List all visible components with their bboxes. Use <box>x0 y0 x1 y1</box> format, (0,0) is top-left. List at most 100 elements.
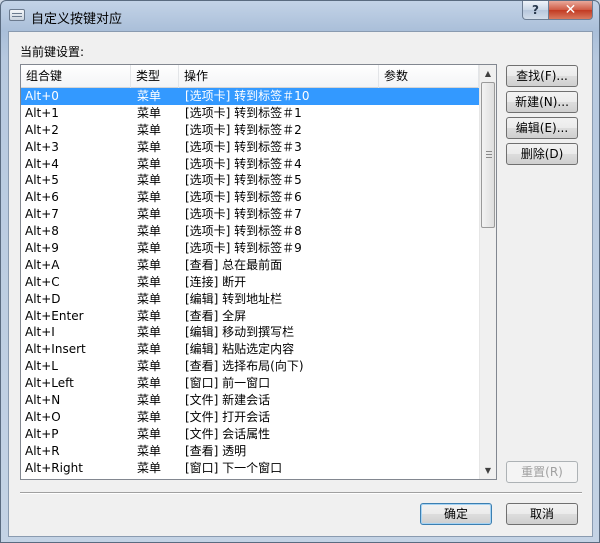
table-row[interactable]: Alt+P 菜单 [文件] 会话属性 <box>21 426 479 443</box>
table-row[interactable]: Alt+Enter 菜单 [查看] 全屏 <box>21 308 479 325</box>
cancel-button[interactable]: 取消 <box>506 503 578 525</box>
row-action-cell: [选项卡] 转到标签＃5 <box>185 173 302 188</box>
row-type-cell: 菜单 <box>137 342 162 357</box>
row-action-cell: [查看] 全屏 <box>185 308 247 323</box>
column-header-param[interactable]: 参数 <box>379 65 479 88</box>
row-type-cell: 菜单 <box>137 156 162 171</box>
table-row[interactable]: Alt+L 菜单 [查看] 选择布局(向下) <box>21 358 479 375</box>
scrollbar-thumb[interactable] <box>481 82 495 228</box>
title-bar[interactable]: 自定义按键对应 ? ✕ <box>1 1 599 31</box>
row-action-cell: [文件] 新建会话 <box>185 393 271 408</box>
separator <box>20 492 582 494</box>
row-type-cell: 菜单 <box>137 325 162 340</box>
row-key-cell: Alt+I <box>25 325 55 340</box>
table-row[interactable]: Alt+4 菜单 [选项卡] 转到标签＃4 <box>21 156 479 173</box>
row-type-cell: 菜单 <box>137 173 162 188</box>
row-action-cell: [连接] 断开 <box>185 274 247 289</box>
close-button[interactable]: ✕ <box>549 1 593 20</box>
row-key-cell: Alt+4 <box>25 156 59 171</box>
reset-button[interactable]: 重置(R) <box>506 461 578 483</box>
row-action-cell: [查看] 透明 <box>185 443 247 458</box>
row-key-cell: Alt+O <box>25 409 61 424</box>
row-key-cell: Alt+N <box>25 393 61 408</box>
row-action-cell: [查看] 选择布局(向下) <box>185 359 304 374</box>
table-row[interactable]: Alt+N 菜单 [文件] 新建会话 <box>21 392 479 409</box>
column-header-action[interactable]: 操作 <box>179 65 379 88</box>
row-key-cell: Alt+Left <box>25 376 74 391</box>
chevron-down-icon[interactable]: ▼ <box>480 462 496 479</box>
row-type-cell: 菜单 <box>137 291 162 306</box>
row-type-cell: 菜单 <box>137 190 162 205</box>
row-type-cell: 菜单 <box>137 426 162 441</box>
row-action-cell: [窗口] 前一窗口 <box>185 376 271 391</box>
row-action-cell: [文件] 会话属性 <box>185 426 271 441</box>
grip-icon <box>486 151 492 158</box>
row-type-cell: 菜单 <box>137 460 162 475</box>
table-row[interactable]: Alt+5 菜单 [选项卡] 转到标签＃5 <box>21 172 479 189</box>
table-row[interactable]: Alt+7 菜单 [选项卡] 转到标签＃7 <box>21 206 479 223</box>
table-row[interactable]: Alt+A 菜单 [查看] 总在最前面 <box>21 257 479 274</box>
row-key-cell: Alt+Right <box>25 460 83 475</box>
row-action-cell: [选项卡] 转到标签＃4 <box>185 156 302 171</box>
row-key-cell: Alt+A <box>25 257 60 272</box>
help-button[interactable]: ? <box>522 1 549 20</box>
table-row[interactable]: Alt+Right 菜单 [窗口] 下一个窗口 <box>21 460 479 477</box>
table-row[interactable]: Alt+I 菜单 [编辑] 移动到撰写栏 <box>21 324 479 341</box>
row-type-cell: 菜单 <box>137 409 162 424</box>
table-row[interactable]: Alt+C 菜单 [连接] 断开 <box>21 274 479 291</box>
table-row[interactable]: Alt+1 菜单 [选项卡] 转到标签＃1 <box>21 105 479 122</box>
table-row[interactable]: Alt+Left 菜单 [窗口] 前一窗口 <box>21 375 479 392</box>
table-row[interactable]: Alt+8 菜单 [选项卡] 转到标签＃8 <box>21 223 479 240</box>
row-key-cell: Alt+R <box>25 443 60 458</box>
table-row[interactable]: Alt+3 菜单 [选项卡] 转到标签＃3 <box>21 139 479 156</box>
keyboard-icon <box>9 9 25 21</box>
table-row[interactable]: Alt+9 菜单 [选项卡] 转到标签＃9 <box>21 240 479 257</box>
chevron-up-icon[interactable]: ▲ <box>480 65 496 82</box>
row-action-cell: [选项卡] 转到标签＃2 <box>185 122 302 137</box>
table-row[interactable]: Alt+O 菜单 [文件] 打开会话 <box>21 409 479 426</box>
table-row[interactable]: Alt+2 菜单 [选项卡] 转到标签＃2 <box>21 122 479 139</box>
row-action-cell: [选项卡] 转到标签＃10 <box>185 89 310 103</box>
dialog-window: 自定义按键对应 ? ✕ 当前键设置: 组合键 类型 操作 参数 Alt+0 菜单 [… <box>0 0 600 543</box>
new-button[interactable]: 新建(N)... <box>506 91 578 113</box>
row-key-cell: Alt+C <box>25 274 60 289</box>
row-action-cell: [文件] 打开会话 <box>185 409 271 424</box>
key-mapping-list[interactable]: 组合键 类型 操作 参数 Alt+0 菜单 [选项卡] 转到标签＃10 Alt+1 菜单… <box>20 64 497 480</box>
ok-button[interactable]: 确定 <box>420 503 492 525</box>
row-type-cell: 菜单 <box>137 224 162 239</box>
row-key-cell: Alt+0 <box>25 89 59 103</box>
row-key-cell: Alt+3 <box>25 139 59 154</box>
find-button[interactable]: 查找(F)... <box>506 65 578 87</box>
row-type-cell: 菜单 <box>137 359 162 374</box>
row-key-cell: Alt+L <box>25 359 58 374</box>
row-action-cell: [选项卡] 转到标签＃8 <box>185 224 302 239</box>
table-row[interactable]: Alt+6 菜单 [选项卡] 转到标签＃6 <box>21 189 479 206</box>
column-header-key[interactable]: 组合键 <box>21 65 131 88</box>
window-title: 自定义按键对应 <box>31 12 123 27</box>
row-key-cell: Alt+Insert <box>25 342 86 357</box>
table-row[interactable]: Alt+R 菜单 [查看] 透明 <box>21 443 479 460</box>
row-action-cell: [选项卡] 转到标签＃9 <box>185 241 302 256</box>
row-type-cell: 菜单 <box>137 105 162 120</box>
dialog-client-area: 当前键设置: 组合键 类型 操作 参数 Alt+0 菜单 [选项卡] 转到标签＃10… <box>8 31 593 537</box>
row-type-cell: 菜单 <box>137 207 162 222</box>
row-key-cell: Alt+D <box>25 291 61 306</box>
delete-button[interactable]: 删除(D) <box>506 143 578 165</box>
row-action-cell: [查看] 总在最前面 <box>185 257 283 272</box>
table-row[interactable]: Alt+Insert 菜单 [编辑] 粘贴选定内容 <box>21 341 479 358</box>
row-action-cell: [选项卡] 转到标签＃6 <box>185 190 302 205</box>
row-type-cell: 菜单 <box>137 241 162 256</box>
edit-button[interactable]: 编辑(E)... <box>506 117 578 139</box>
column-header-type[interactable]: 类型 <box>131 65 179 88</box>
row-action-cell: [选项卡] 转到标签＃7 <box>185 207 302 222</box>
row-type-cell: 菜单 <box>137 443 162 458</box>
row-type-cell: 菜单 <box>137 274 162 289</box>
table-row[interactable]: Alt+D 菜单 [编辑] 转到地址栏 <box>21 291 479 308</box>
row-action-cell: [编辑] 转到地址栏 <box>185 291 283 306</box>
row-key-cell: Alt+5 <box>25 173 59 188</box>
table-row[interactable]: Alt+0 菜单 [选项卡] 转到标签＃10 <box>21 88 479 105</box>
row-action-cell: [选项卡] 转到标签＃3 <box>185 139 302 154</box>
row-type-cell: 菜单 <box>137 308 162 323</box>
vertical-scrollbar[interactable]: ▲ ▼ <box>479 65 496 479</box>
row-action-cell: [选项卡] 转到标签＃1 <box>185 105 302 120</box>
